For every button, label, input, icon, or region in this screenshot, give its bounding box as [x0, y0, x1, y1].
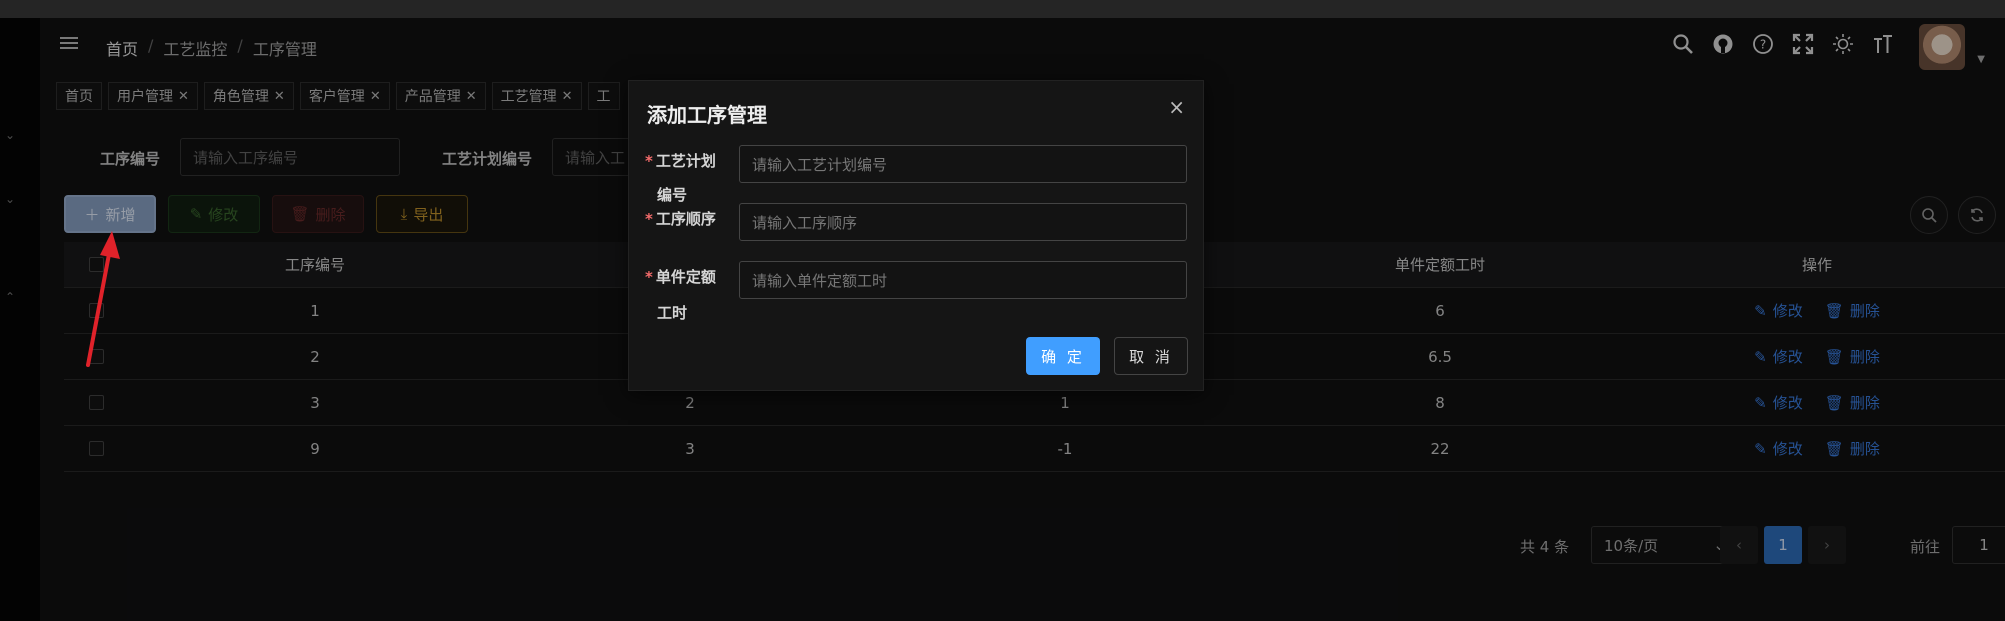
annotation-arrow-icon	[86, 231, 120, 367]
field-label-line: 工艺计划	[655, 152, 716, 170]
plan-no-field[interactable]: 请输入工艺计划编号	[739, 145, 1187, 183]
sequence-field[interactable]: 请输入工序顺序	[739, 203, 1187, 241]
close-icon[interactable]: ×	[1168, 95, 1185, 119]
confirm-button[interactable]: 确 定	[1026, 337, 1100, 375]
field-label-line: 单件定额	[655, 268, 716, 286]
required-mark: *	[645, 210, 653, 228]
cancel-button[interactable]: 取 消	[1114, 337, 1188, 375]
quota-hours-field[interactable]: 请输入单件定额工时	[739, 261, 1187, 299]
add-process-dialog: 添加工序管理 × * 工艺计划 编号 请输入工艺计划编号 * 工序顺序 请输入工序顺…	[628, 80, 1204, 391]
field-label-line: 工序顺序	[655, 210, 716, 228]
quota-hours-field-label-line2: 工时	[657, 304, 688, 322]
plan-no-field-label-line2: 编号	[657, 186, 688, 204]
required-mark: *	[645, 268, 653, 286]
sequence-field-label: * 工序顺序	[645, 207, 716, 231]
plan-no-field-label: * 工艺计划	[645, 149, 716, 173]
required-mark: *	[645, 152, 653, 170]
quota-hours-field-label: * 单件定额	[645, 265, 716, 289]
dialog-title: 添加工序管理	[647, 103, 767, 127]
